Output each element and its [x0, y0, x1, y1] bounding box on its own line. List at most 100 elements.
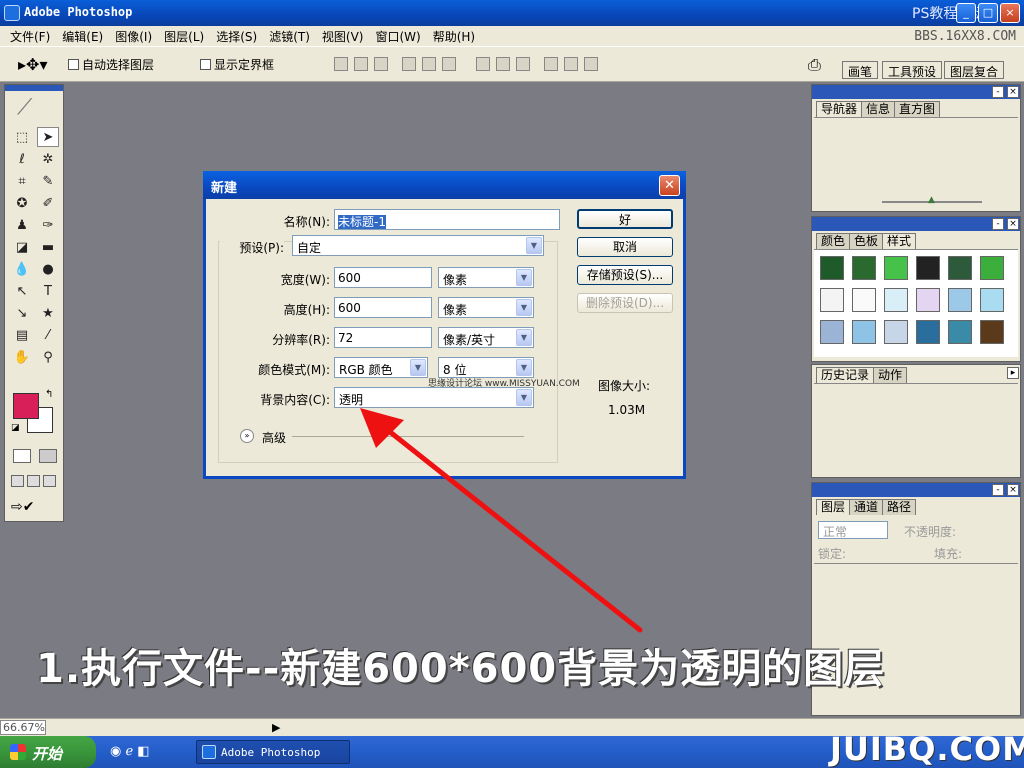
jump-to-imageready-icon[interactable]: ⇨✔ — [11, 499, 34, 515]
maximize-button[interactable]: □ — [978, 3, 998, 23]
menu-image[interactable]: 图像(I) — [109, 28, 158, 45]
width-input[interactable]: 600 — [334, 267, 432, 288]
blend-mode-select[interactable]: 正常 — [818, 521, 888, 539]
style-swatch[interactable] — [820, 320, 844, 344]
bit-depth-select[interactable]: 8 位 ▼ — [438, 357, 534, 378]
type-tool-icon[interactable]: T — [37, 281, 59, 301]
align-top-icon[interactable] — [334, 57, 348, 71]
status-menu-arrow-icon[interactable]: ▶ — [272, 721, 280, 734]
cancel-button[interactable]: 取消 — [577, 237, 673, 257]
style-swatch[interactable] — [916, 256, 940, 280]
minimize-button[interactable]: _ — [956, 3, 976, 23]
align-right-icon[interactable] — [442, 57, 456, 71]
show-bounds-option[interactable]: 显示定界框 — [200, 56, 274, 73]
file-browser-icon[interactable]: ⎙ — [808, 55, 821, 75]
style-swatch[interactable] — [884, 288, 908, 312]
advanced-expand-icon[interactable]: » — [240, 429, 254, 443]
panel-close-icon[interactable]: × — [1007, 86, 1019, 98]
taskbar-photoshop-item[interactable]: Adobe Photoshop — [196, 740, 350, 764]
screen-mode-menu-icon[interactable] — [27, 475, 40, 487]
clone-stamp-tool-icon[interactable]: ♟ — [11, 215, 33, 235]
brush-tool-icon[interactable]: ✐ — [37, 193, 59, 213]
panel-minimize-icon[interactable]: - — [992, 484, 1004, 496]
screen-mode-full-icon[interactable] — [43, 475, 56, 487]
color-mode-select[interactable]: RGB 颜色 ▼ — [334, 357, 428, 378]
menu-window[interactable]: 窗口(W) — [369, 28, 426, 45]
lasso-tool-icon[interactable]: ℓ — [11, 149, 33, 169]
marquee-tool-icon[interactable]: ⬚ — [11, 127, 33, 147]
style-swatch[interactable] — [980, 288, 1004, 312]
close-button[interactable]: × — [1000, 3, 1020, 23]
toolbox-grip[interactable] — [5, 85, 63, 91]
tab-swatches[interactable]: 色板 — [849, 233, 884, 249]
foreground-color-swatch[interactable] — [13, 393, 39, 419]
zoom-tool-icon[interactable]: ⚲ — [37, 347, 59, 367]
height-input[interactable]: 600 — [334, 297, 432, 318]
height-unit-select[interactable]: 像素 ▼ — [438, 297, 534, 318]
well-tab-tool-presets[interactable]: 工具预设 — [882, 61, 943, 79]
gradient-tool-icon[interactable]: ▬ — [37, 237, 59, 257]
tab-actions[interactable]: 动作 — [873, 367, 908, 383]
magic-wand-tool-icon[interactable]: ✲ — [37, 149, 59, 169]
pen-tool-icon[interactable]: ↘ — [11, 303, 33, 323]
crop-tool-icon[interactable]: ⌗ — [11, 171, 33, 191]
style-swatch[interactable] — [916, 288, 940, 312]
healing-brush-tool-icon[interactable]: ✪ — [11, 193, 33, 213]
style-swatch[interactable] — [980, 256, 1004, 280]
menu-filter[interactable]: 滤镜(T) — [263, 28, 316, 45]
resolution-input[interactable]: 72 — [334, 327, 432, 348]
dialog-title-bar[interactable]: 新建 ✕ — [203, 171, 686, 199]
style-swatch[interactable] — [820, 288, 844, 312]
panel-close-icon[interactable]: × — [1007, 218, 1019, 230]
tab-paths[interactable]: 路径 — [882, 499, 917, 515]
move-tool-icon[interactable]: ➤ — [37, 127, 59, 147]
menu-view[interactable]: 视图(V) — [316, 28, 370, 45]
style-swatch[interactable] — [852, 320, 876, 344]
preset-select[interactable]: 自定 ▼ — [292, 235, 544, 256]
distribute-bottom-icon[interactable] — [516, 57, 530, 71]
align-bottom-icon[interactable] — [374, 57, 388, 71]
menu-help[interactable]: 帮助(H) — [427, 28, 481, 45]
tab-color[interactable]: 颜色 — [816, 233, 851, 249]
panel-menu-icon[interactable]: ▸ — [1007, 367, 1019, 379]
navigator-panel-grip[interactable] — [812, 85, 1020, 99]
style-swatch[interactable] — [884, 320, 908, 344]
style-swatch[interactable] — [948, 320, 972, 344]
layers-panel-grip[interactable] — [812, 483, 1020, 497]
align-hcenter-icon[interactable] — [422, 57, 436, 71]
dialog-close-button[interactable]: ✕ — [659, 175, 680, 196]
style-swatch[interactable] — [852, 288, 876, 312]
quick-mask-mode-icon[interactable] — [39, 449, 57, 463]
well-tab-brushes[interactable]: 画笔 — [842, 61, 879, 79]
resolution-unit-select[interactable]: 像素/英寸 ▼ — [438, 327, 534, 348]
zoom-level[interactable]: 66.67% — [0, 720, 46, 735]
styles-panel-grip[interactable] — [812, 217, 1020, 231]
menu-layer[interactable]: 图层(L) — [158, 28, 210, 45]
tab-layers[interactable]: 图层 — [816, 499, 851, 515]
well-tab-layer-comps[interactable]: 图层复合 — [944, 61, 1005, 79]
auto-select-layer-option[interactable]: 自动选择图层 — [68, 56, 154, 73]
tab-navigator[interactable]: 导航器 — [816, 101, 863, 117]
menu-edit[interactable]: 编辑(E) — [56, 28, 109, 45]
style-swatch[interactable] — [884, 256, 908, 280]
swap-colors-icon[interactable]: ↰ — [45, 389, 53, 400]
distribute-top-icon[interactable] — [476, 57, 490, 71]
distribute-right-icon[interactable] — [584, 57, 598, 71]
panel-minimize-icon[interactable]: - — [992, 218, 1004, 230]
show-bounds-checkbox[interactable] — [200, 59, 211, 70]
style-swatch[interactable] — [948, 256, 972, 280]
distribute-vcenter-icon[interactable] — [496, 57, 510, 71]
eyedropper-tool-icon[interactable]: ⁄ — [37, 325, 59, 345]
menu-select[interactable]: 选择(S) — [210, 28, 263, 45]
menu-file[interactable]: 文件(F) — [4, 28, 56, 45]
style-swatch[interactable] — [916, 320, 940, 344]
path-selection-tool-icon[interactable]: ↖ — [11, 281, 33, 301]
align-vcenter-icon[interactable] — [354, 57, 368, 71]
quick-launch-icons[interactable]: ◉ ℯ ◧ — [110, 744, 150, 759]
notes-tool-icon[interactable]: ▤ — [11, 325, 33, 345]
style-swatch[interactable] — [820, 256, 844, 280]
tab-channels[interactable]: 通道 — [849, 499, 884, 515]
tab-histogram[interactable]: 直方图 — [894, 101, 941, 117]
ok-button[interactable]: 好 — [577, 209, 673, 229]
custom-shape-tool-icon[interactable]: ★ — [37, 303, 59, 323]
